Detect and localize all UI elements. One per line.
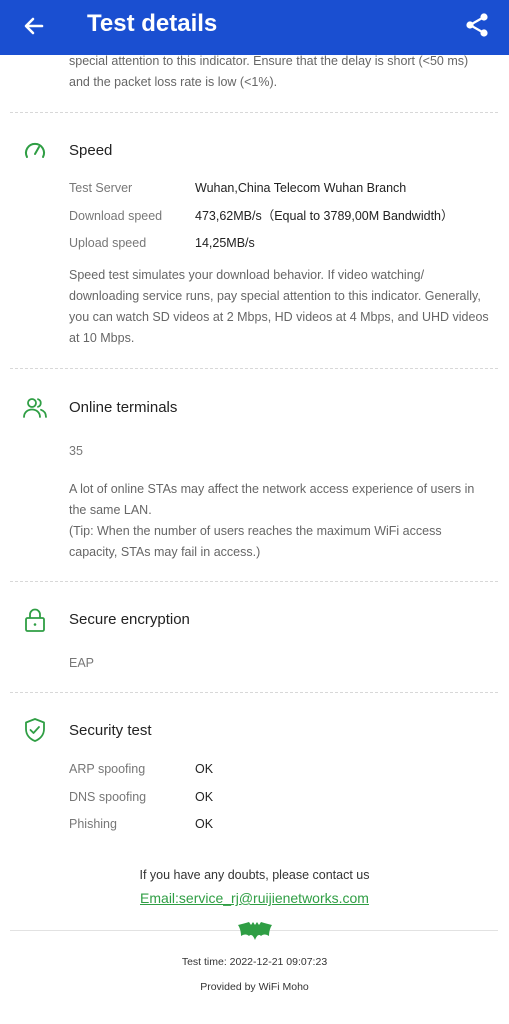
test-server-label: Test Server: [69, 181, 133, 195]
page-title: Test details: [87, 10, 218, 37]
speed-section-title: Speed: [69, 142, 113, 159]
terminals-note-line: capacity, STAs may fail in access.): [69, 545, 261, 559]
lock-icon: [25, 608, 45, 632]
provided-by: Provided by WiFi Moho: [200, 981, 309, 993]
test-server-value: Wuhan,China Telecom Wuhan Branch: [195, 181, 407, 195]
dns-spoofing-label: DNS spoofing: [69, 790, 147, 804]
latency-note: special attention to this indicator. Ens…: [69, 51, 489, 93]
speed-note-line: at 10 Mbps.: [69, 331, 135, 345]
section-divider: [10, 112, 498, 113]
encryption-section-title: Secure encryption: [69, 611, 190, 628]
terminals-note-line: A lot of online STAs may affect the netw…: [69, 482, 475, 496]
users-icon: [23, 398, 47, 418]
phishing-value: OK: [195, 817, 214, 831]
terminals-note-line: the same LAN.: [69, 503, 152, 517]
contact-email-link[interactable]: Email:service_rj@ruijienetworks.com: [140, 890, 369, 906]
speedometer-icon: [25, 142, 45, 158]
upload-speed-label: Upload speed: [69, 236, 147, 250]
arp-spoofing-label: ARP spoofing: [69, 762, 146, 776]
encryption-value: EAP: [69, 656, 95, 670]
back-button[interactable]: [16, 8, 52, 44]
shield-check-icon: [25, 718, 45, 742]
speed-note-line: Speed test simulates your download behav…: [69, 268, 425, 282]
section-divider: [10, 581, 498, 582]
phishing-label: Phishing: [69, 817, 117, 831]
share-button[interactable]: [458, 6, 496, 44]
test-time: Test time: 2022-12-21 09:07:23: [181, 956, 328, 968]
download-speed-label: Download speed: [69, 209, 163, 223]
contact-text: If you have any doubts, please contact u…: [139, 868, 370, 882]
terminals-note: A lot of online STAs may affect the netw…: [69, 479, 489, 563]
terminals-section-title: Online terminals: [69, 399, 178, 416]
terminals-note-line: (Tip: When the number of users reaches t…: [69, 524, 442, 538]
share-icon: [466, 13, 488, 37]
speed-note-line: you can watch SD videos at 2 Mbps, HD vi…: [69, 310, 489, 324]
arp-spoofing-value: OK: [195, 762, 214, 776]
speed-note-line: downloading service runs, pay special at…: [69, 289, 481, 303]
upload-speed-value: 14,25MB/s: [195, 236, 255, 250]
contact-email-row: Email:service_rj@ruijienetworks.com: [0, 890, 509, 906]
dns-spoofing-value: OK: [195, 790, 214, 804]
security-section-title: Security test: [69, 722, 152, 739]
latency-note-line: and the packet loss rate is low (<1%).: [69, 75, 278, 89]
arrow-left-icon: [24, 17, 44, 35]
terminals-count: 35: [69, 444, 83, 458]
bat-logo-icon: [238, 922, 272, 940]
section-divider: [10, 692, 498, 693]
download-speed-value: 473,62MB/s（Equal to 3789,00M Bandwidth）: [195, 209, 454, 223]
section-divider: [10, 368, 498, 369]
speed-note: Speed test simulates your download behav…: [69, 265, 489, 349]
app-header: Test details: [0, 0, 509, 55]
